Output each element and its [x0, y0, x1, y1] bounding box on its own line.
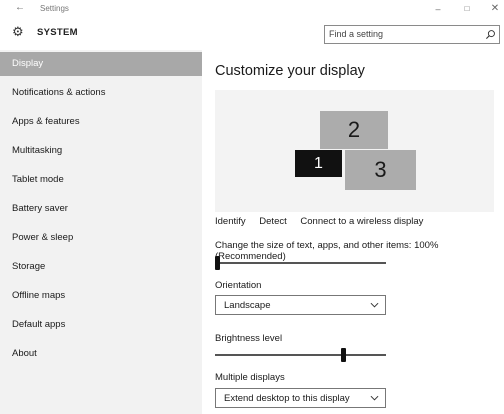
orientation-value: Landscape — [224, 300, 271, 311]
section-title: SYSTEM — [37, 27, 78, 38]
sidebar-item-about[interactable]: About — [0, 342, 202, 366]
sidebar-item-default-apps[interactable]: Default apps — [0, 313, 202, 337]
connect-wireless-link[interactable]: Connect to a wireless display — [300, 216, 423, 227]
sidebar-item-notifications[interactable]: Notifications & actions — [0, 81, 202, 105]
display-arrangement: 2 1 3 — [215, 90, 494, 212]
search-input[interactable]: Find a setting — [324, 25, 500, 44]
minimize-button[interactable]: – — [428, 1, 448, 17]
search-placeholder: Find a setting — [329, 29, 384, 39]
sidebar-item-battery-saver[interactable]: Battery saver — [0, 197, 202, 221]
display-links: Identify Detect Connect to a wireless di… — [215, 216, 434, 227]
multiple-displays-label: Multiple displays — [215, 372, 285, 383]
sidebar-item-display[interactable]: Display — [0, 52, 202, 76]
orientation-label: Orientation — [215, 280, 262, 291]
scale-slider-track — [215, 262, 386, 264]
search-icon[interactable] — [485, 29, 496, 40]
main-content: Customize your display 2 1 3 Identify De… — [202, 48, 504, 414]
header: ⚙ SYSTEM Find a setting — [0, 18, 504, 48]
gear-icon: ⚙ — [12, 24, 24, 39]
brightness-slider-track — [215, 354, 386, 356]
page-title: Customize your display — [215, 63, 365, 79]
sidebar-item-tablet-mode[interactable]: Tablet mode — [0, 168, 202, 192]
multiple-displays-dropdown[interactable]: Extend desktop to this display — [215, 388, 386, 408]
monitor-2[interactable]: 2 — [320, 111, 388, 149]
detect-link[interactable]: Detect — [259, 216, 286, 227]
sidebar-item-apps-features[interactable]: Apps & features — [0, 110, 202, 134]
orientation-dropdown[interactable]: Landscape — [215, 295, 386, 315]
multiple-displays-value: Extend desktop to this display — [224, 393, 350, 404]
sidebar-item-storage[interactable]: Storage — [0, 255, 202, 279]
close-button[interactable]: ✕ — [485, 1, 504, 17]
chevron-down-icon — [370, 395, 379, 401]
sidebar-item-multitasking[interactable]: Multitasking — [0, 139, 202, 163]
back-arrow-icon[interactable]: ← — [15, 2, 25, 13]
scale-slider[interactable] — [215, 256, 386, 270]
monitor-1[interactable]: 1 — [295, 150, 342, 177]
sidebar: Display Notifications & actions Apps & f… — [0, 50, 202, 414]
sidebar-item-offline-maps[interactable]: Offline maps — [0, 284, 202, 308]
scale-slider-thumb[interactable] — [215, 256, 220, 270]
brightness-slider-thumb[interactable] — [341, 348, 346, 362]
window-title: Settings — [40, 4, 69, 13]
brightness-slider[interactable] — [215, 348, 386, 362]
chevron-down-icon — [370, 302, 379, 308]
sidebar-item-power-sleep[interactable]: Power & sleep — [0, 226, 202, 250]
monitor-3[interactable]: 3 — [345, 150, 416, 190]
title-bar: ← Settings – □ ✕ — [0, 0, 504, 18]
identify-link[interactable]: Identify — [215, 216, 246, 227]
maximize-button[interactable]: □ — [457, 1, 477, 17]
brightness-label: Brightness level — [215, 333, 283, 344]
